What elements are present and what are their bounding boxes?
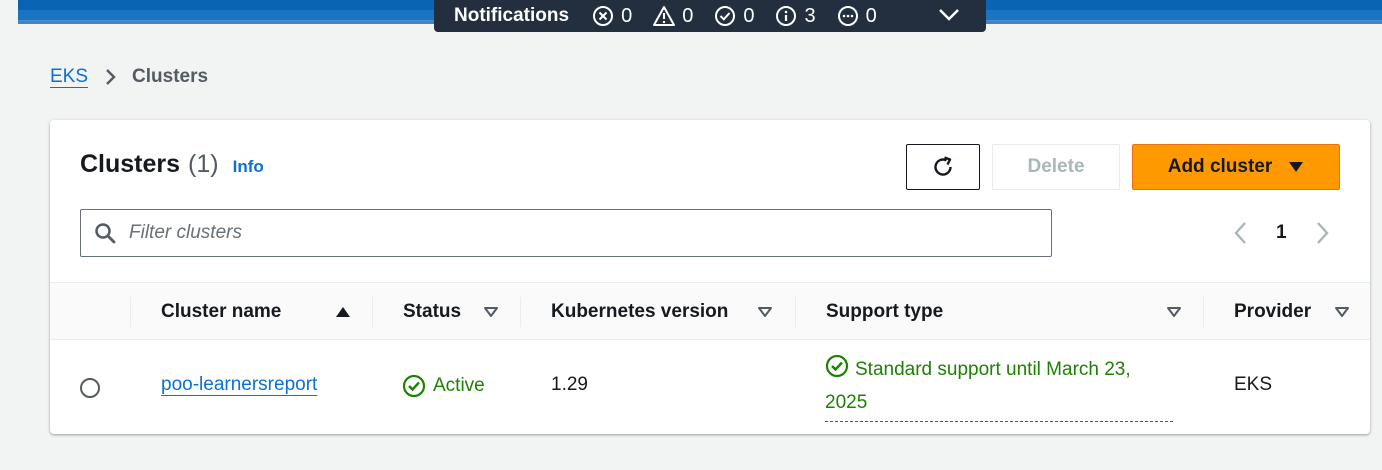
info-count-value: 3 [804,4,816,27]
panel-header: Clusters (1) Info [80,150,264,179]
sort-icon[interactable] [483,306,499,318]
support-text-line-1: Standard support until March 23, [855,359,1131,380]
current-page[interactable]: 1 [1276,222,1287,244]
filter-clusters-input-wrapper[interactable] [80,209,1052,257]
chevron-right-icon [104,67,118,87]
delete-button[interactable]: Delete [992,144,1120,190]
success-count[interactable]: 0 [713,4,754,28]
warning-count[interactable]: 0 [652,4,693,28]
error-count-value: 0 [621,4,633,27]
breadcrumb-current: Clusters [132,66,209,87]
column-label: Support type [826,301,944,322]
in-progress-count[interactable]: 0 [836,4,877,28]
status-text: Active [433,375,485,396]
previous-page-icon[interactable] [1228,218,1254,248]
cluster-name-cell: poo-learnersreport [161,374,317,396]
info-count[interactable]: 3 [774,4,816,28]
column-label: Cluster name [161,301,282,322]
column-divider [795,297,796,327]
refresh-icon [930,154,956,180]
column-label: Kubernetes version [551,301,729,322]
caret-down-icon [1288,161,1304,173]
chevron-down-icon[interactable] [936,2,962,28]
column-header-provider[interactable]: Provider [1234,283,1364,341]
info-icon [774,4,798,28]
clusters-panel: Clusters (1) Info Delete Add cluster Fil… [50,120,1370,434]
column-divider [1203,297,1204,327]
kubernetes-version-cell: 1.29 [551,374,588,395]
refresh-button[interactable] [906,144,980,190]
page: Notifications 0 0 0 3 0 EKS Clusters Clu… [0,0,1382,470]
table-row[interactable]: poo-learnersreport Active 1.29 Standard … [50,341,1370,434]
add-cluster-label: Add cluster [1167,156,1273,177]
in-progress-icon [836,4,860,28]
column-label: Status [403,301,462,322]
status-cell: Active [402,374,485,398]
add-cluster-button[interactable]: Add cluster [1132,144,1340,190]
support-success-icon [825,354,849,378]
cluster-name-link[interactable]: poo-learnersreport [161,374,317,395]
sort-icon[interactable] [1334,306,1350,318]
column-header-support-type[interactable]: Support type [826,283,1204,341]
column-label: Provider [1234,301,1312,322]
table-header: Cluster name Status Kubernetes version S… [50,282,1370,340]
support-line-1: Standard support until March 23, [825,353,1175,386]
row-select-radio[interactable] [80,378,100,398]
info-link[interactable]: Info [233,157,264,177]
success-count-value: 0 [743,4,755,27]
search-icon [93,221,117,245]
next-page-icon[interactable] [1309,218,1335,248]
notifications-bar[interactable]: Notifications 0 0 0 3 0 [434,0,986,32]
provider-cell: EKS [1234,374,1273,395]
sort-icon[interactable] [757,306,773,318]
support-text-line-2: 2025 [825,392,868,413]
breadcrumb-link-eks[interactable]: EKS [50,66,88,88]
error-icon [591,4,615,28]
support-type-cell[interactable]: Standard support until March 23, 2025 [825,353,1175,422]
filter-clusters-input[interactable] [129,222,1051,244]
warning-count-value: 0 [682,4,694,27]
column-divider [372,297,373,327]
breadcrumb: EKS Clusters [50,66,208,88]
column-header-status[interactable]: Status [403,283,519,341]
cluster-count: (1) [188,150,219,178]
status-success-icon [402,374,426,398]
column-header-kubernetes-version[interactable]: Kubernetes version [551,283,795,341]
success-icon [713,4,737,28]
column-divider [130,297,131,327]
sort-ascending-icon[interactable] [335,306,351,318]
in-progress-count-value: 0 [865,4,877,27]
column-divider [520,297,521,327]
column-header-cluster-name[interactable]: Cluster name [161,283,371,341]
warning-icon [652,4,676,28]
error-count[interactable]: 0 [591,4,632,28]
panel-title: Clusters [80,150,181,178]
sort-icon[interactable] [1166,306,1182,318]
support-line-2: 2025 [825,386,1173,422]
notifications-title: Notifications [454,5,570,26]
pagination: 1 [1228,218,1335,248]
